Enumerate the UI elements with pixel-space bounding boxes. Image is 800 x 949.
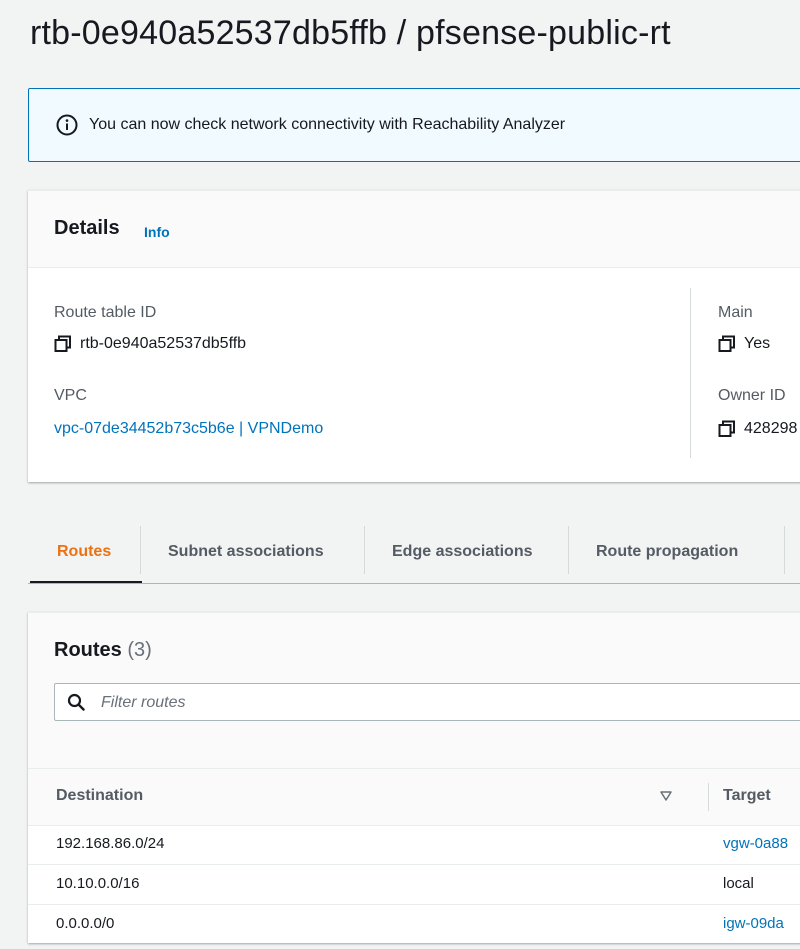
route-destination: 0.0.0.0/0 (56, 915, 115, 932)
details-panel: Details Info Route table ID rtb-0e940a52… (28, 190, 800, 482)
owner-id-value: 428298 (744, 420, 798, 437)
table-row: 0.0.0.0/0 igw-09da (28, 905, 800, 944)
reachability-info-banner: You can now check network connectivity w… (28, 88, 800, 162)
column-header-target[interactable]: Target (723, 787, 771, 805)
main-field: Yes (718, 335, 770, 353)
table-row: 10.10.0.0/16 local (28, 865, 800, 905)
route-table-id-label: Route table ID (54, 304, 157, 321)
routes-table-header: Destination Target (28, 768, 800, 826)
tabs-baseline (28, 583, 800, 584)
route-table-id-field: rtb-0e940a52537db5ffb (54, 335, 246, 353)
vpc-link[interactable]: vpc-07de34452b73c5b6e | VPNDemo (54, 420, 323, 438)
details-column-divider (690, 288, 691, 458)
tab-edge-associations[interactable]: Edge associations (392, 520, 533, 583)
details-info-link[interactable]: Info (144, 224, 170, 240)
details-title: Details (54, 217, 120, 239)
route-target: local (723, 875, 754, 892)
route-destination: 10.10.0.0/16 (56, 875, 140, 892)
tab-separator (364, 526, 365, 574)
tab-subnet-associations[interactable]: Subnet associations (168, 520, 324, 583)
column-header-destination[interactable]: Destination (56, 787, 143, 805)
routes-header: Routes (3) (28, 613, 800, 768)
routes-title-text: Routes (54, 639, 122, 661)
table-row: 192.168.86.0/24 vgw-0a88 (28, 825, 800, 865)
routes-panel: Routes (3) Destination Target 192.168.86… (28, 612, 800, 943)
main-value: Yes (744, 335, 771, 352)
tab-separator (568, 526, 569, 574)
copy-icon[interactable] (718, 335, 736, 353)
main-label: Main (718, 304, 753, 321)
route-destination: 192.168.86.0/24 (56, 835, 165, 852)
banner-text: You can now check network connectivity w… (89, 116, 566, 133)
column-divider[interactable] (708, 783, 709, 811)
sort-down-icon[interactable] (660, 791, 672, 801)
owner-id-field: 428298 (718, 420, 797, 438)
route-table-id-value: rtb-0e940a52537db5ffb (80, 335, 247, 352)
route-table-tabs: Routes Subnet associations Edge associat… (28, 520, 800, 584)
info-circle-icon (56, 114, 78, 136)
tab-routes[interactable]: Routes (57, 520, 111, 583)
vpc-label: VPC (54, 387, 87, 404)
tab-separator (784, 526, 785, 574)
search-icon (67, 693, 85, 711)
page-title: rtb-0e940a52537db5ffb / pfsense-public-r… (30, 14, 671, 52)
filter-routes-input[interactable] (99, 690, 703, 716)
tab-route-propagation[interactable]: Route propagation (596, 520, 738, 583)
details-header: Details Info (28, 191, 800, 268)
owner-id-label: Owner ID (718, 387, 786, 404)
routes-title: Routes (3) (54, 639, 152, 662)
copy-icon[interactable] (54, 335, 72, 353)
filter-routes-box[interactable] (54, 683, 800, 721)
route-target-link[interactable]: vgw-0a88 (723, 835, 788, 852)
copy-icon[interactable] (718, 420, 736, 438)
routes-count: (3) (127, 639, 152, 661)
tab-separator (140, 526, 141, 574)
route-target-link[interactable]: igw-09da (723, 915, 784, 932)
